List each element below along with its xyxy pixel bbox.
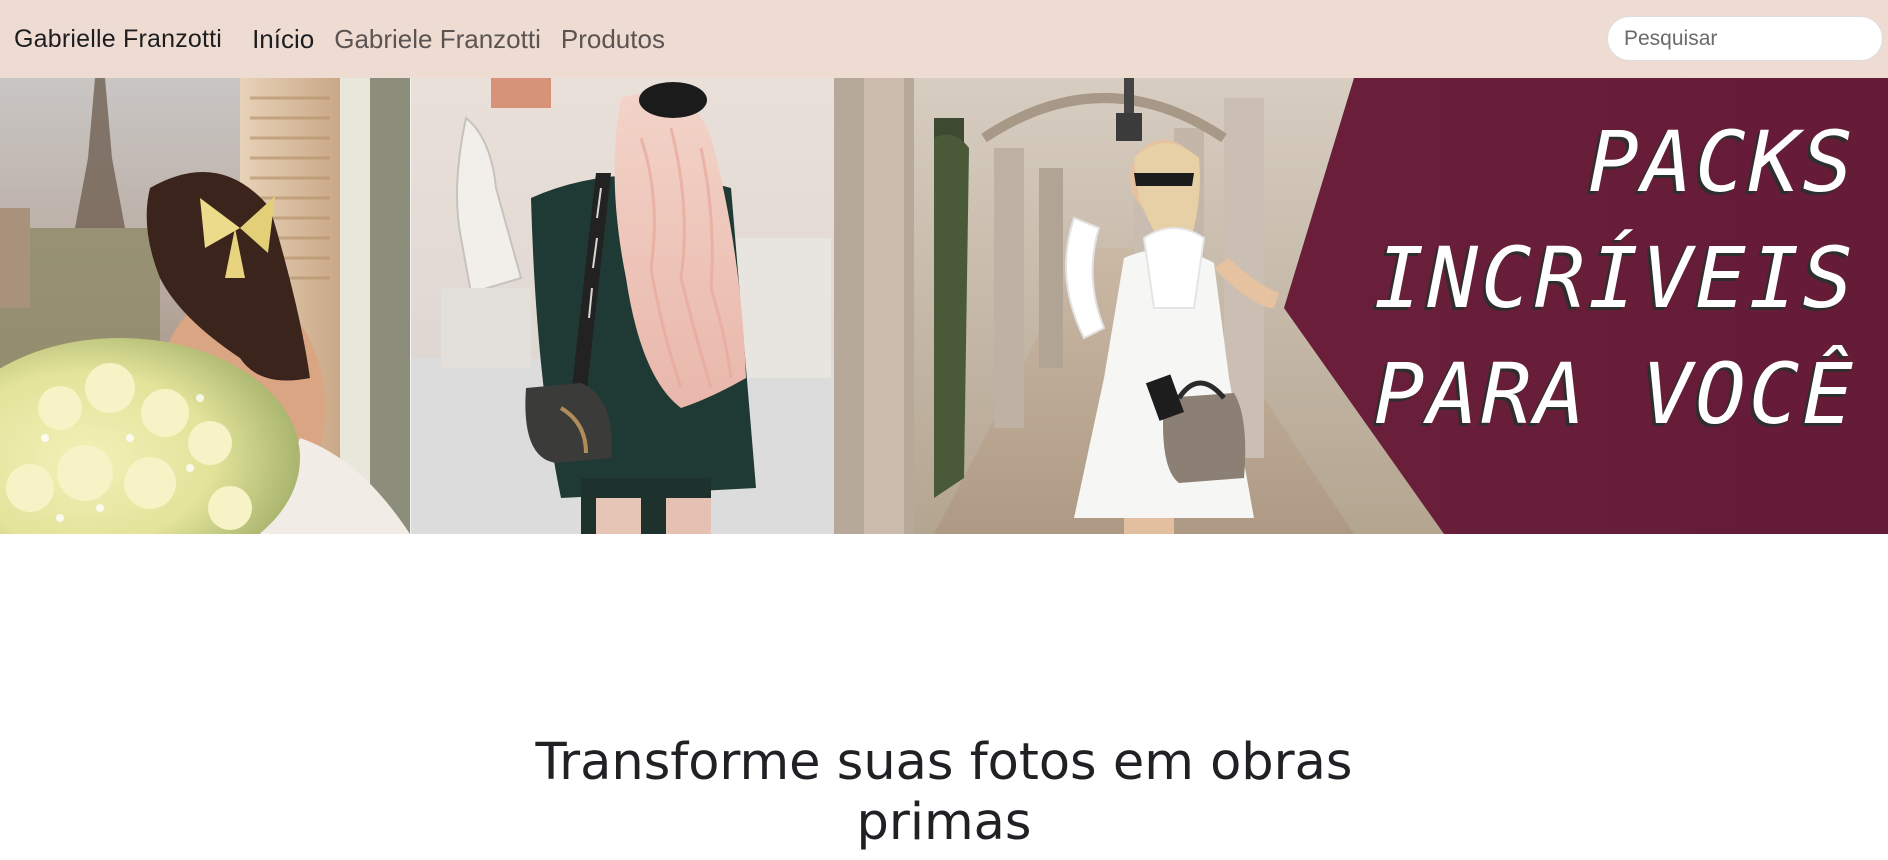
hero-line-1: PACKS [1588,113,1856,211]
hero-banner[interactable]: PACKS INCRÍVEIS PARA VOCÊ [0,78,1888,534]
page-title-line-1: Transforme suas fotos em obras [535,733,1353,792]
hero-photo-white-dress: PACKS INCRÍVEIS PARA VOCÊ [834,78,1888,534]
brand-link[interactable]: Gabrielle Franzotti [14,25,222,54]
hero-line-2: INCRÍVEIS [1373,229,1856,327]
search-input[interactable] [1607,16,1883,61]
navbar: Gabrielle Franzotti Início Gabriele Fran… [0,0,1888,78]
nav-link-gabriele-franzotti[interactable]: Gabriele Franzotti [334,24,541,55]
page-title: Transforme suas fotos em obras primas [0,733,1888,853]
hero-line-3: PARA VOCÊ [1373,345,1856,443]
hero-photo-wavy-hair [410,78,834,534]
hero-headline: PACKS INCRÍVEIS PARA VOCÊ [1374,104,1856,452]
nav-link-produtos[interactable]: Produtos [561,24,665,55]
page-title-line-2: primas [856,793,1032,852]
hero-photo-bow-flowers [0,78,410,534]
nav-link-inicio[interactable]: Início [252,24,314,55]
nav-links: Início Gabriele Franzotti Produtos [252,24,665,55]
